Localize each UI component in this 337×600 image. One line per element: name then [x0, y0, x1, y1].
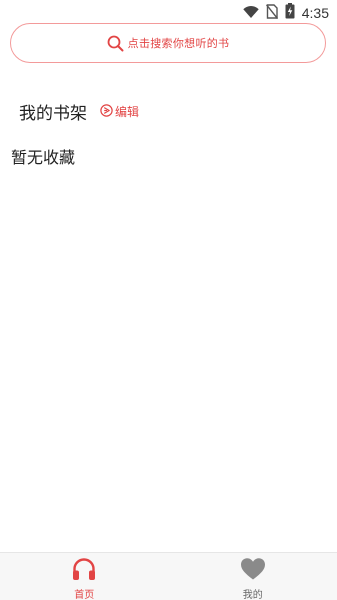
heart-icon	[240, 557, 266, 585]
no-sim-icon	[265, 3, 278, 23]
nav-home-label: 首页	[74, 590, 95, 600]
edit-label: 编辑	[115, 105, 140, 119]
battery-charging-icon	[285, 3, 295, 23]
nav-mine[interactable]: 我的	[169, 553, 337, 600]
status-bar: 4:35	[0, 0, 337, 22]
edit-button[interactable]: 编辑	[100, 102, 139, 121]
wifi-icon	[243, 4, 259, 23]
nav-home[interactable]: 首页	[0, 553, 169, 600]
status-icons: 4:35	[243, 3, 329, 23]
search-bar[interactable]: 点击搜索你想听的书	[10, 23, 326, 63]
status-time: 4:35	[301, 5, 329, 21]
headphones-icon	[71, 557, 97, 585]
search-placeholder: 点击搜索你想听的书	[127, 37, 230, 50]
nav-mine-label: 我的	[242, 590, 263, 600]
app-screen: 4:35 点击搜索你想听的书 我的书架 编辑 暂无收藏 首页 我的	[0, 0, 337, 600]
empty-bookshelf-message: 暂无收藏	[11, 148, 76, 167]
edit-icon	[100, 102, 113, 121]
search-icon	[107, 35, 124, 52]
bottom-navigation: 首页 我的	[0, 552, 337, 600]
bookshelf-title: 我的书架	[19, 104, 87, 124]
